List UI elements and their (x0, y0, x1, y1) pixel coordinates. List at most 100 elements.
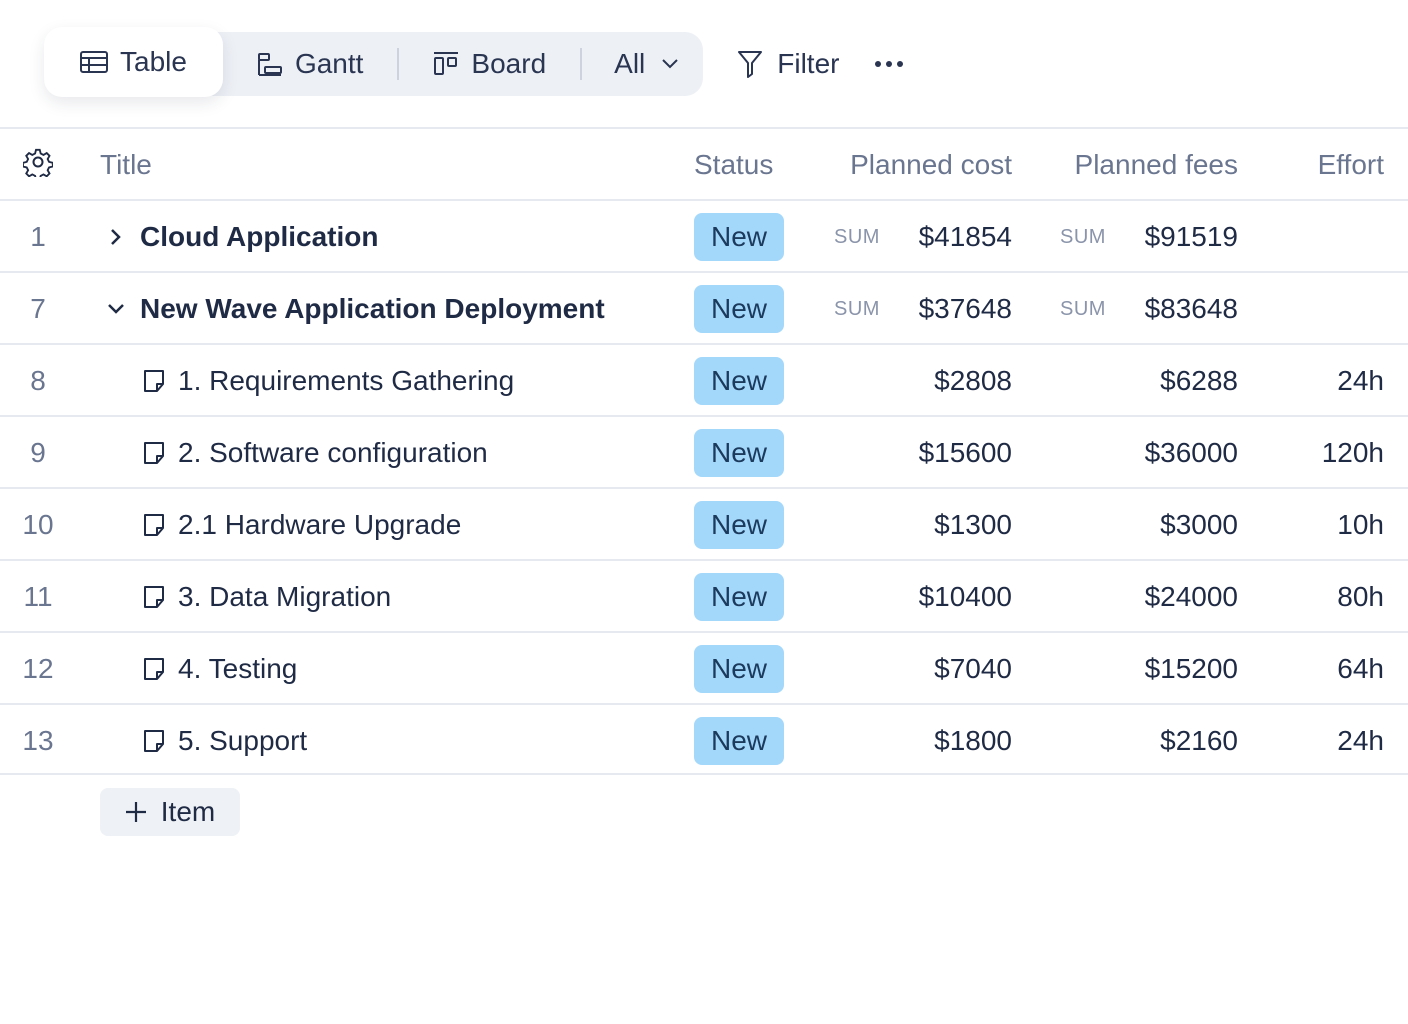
planned-cost-cell[interactable]: $7040 (826, 633, 1012, 705)
effort-cell[interactable]: 24h (1250, 705, 1384, 777)
row-title-cell: 3. Data Migration (100, 561, 680, 633)
filter-button[interactable]: Filter (737, 48, 840, 80)
planned-fees-cell[interactable]: SUM $91519 (1052, 201, 1238, 273)
status-badge[interactable]: New (694, 357, 785, 405)
column-header-effort[interactable]: Effort (1250, 129, 1384, 201)
gantt-icon (257, 51, 283, 77)
chevron-down-icon[interactable] (100, 303, 132, 315)
view-switcher: Table Gantt Board All (44, 27, 704, 97)
row-title-cell: 2. Software configuration (100, 417, 680, 489)
add-item-button[interactable]: Item (100, 788, 240, 836)
status-badge[interactable]: New (694, 429, 785, 477)
planned-cost-cell[interactable]: $1800 (826, 705, 1012, 777)
status-cell[interactable]: New (694, 201, 824, 273)
items-table: Title Status Planned cost Planned fees E… (0, 127, 1408, 775)
row-title-cell: 4. Testing (100, 633, 680, 705)
planned-cost-cell[interactable]: $15600 (826, 417, 1012, 489)
planned-fees-cell[interactable]: $6288 (1052, 345, 1238, 417)
task-title[interactable]: 4. Testing (178, 653, 297, 685)
table-row[interactable]: 1 Cloud Application New SUM $41854 SUM $91… (0, 199, 1408, 271)
group-title[interactable]: Cloud Application (140, 221, 379, 253)
planned-cost-cell[interactable]: SUM $41854 (826, 201, 1012, 273)
tab-board[interactable]: Board (399, 32, 580, 96)
row-number: 8 (30, 365, 46, 396)
effort-cell[interactable]: 10h (1250, 489, 1384, 561)
table-row[interactable]: 9 2. Software configuration New $15600 $… (0, 415, 1408, 487)
effort-cell[interactable]: 64h (1250, 633, 1384, 705)
column-header-planned-fees[interactable]: Planned fees (1052, 129, 1238, 201)
effort-cell[interactable] (1250, 201, 1384, 273)
planned-cost-cell[interactable]: $2808 (826, 345, 1012, 417)
planned-cost-cell[interactable]: SUM $37648 (826, 273, 1012, 345)
effort-cell[interactable]: 80h (1250, 561, 1384, 633)
column-header-planned-cost[interactable]: Planned cost (826, 129, 1012, 201)
planned-fees-cell[interactable]: $15200 (1052, 633, 1238, 705)
task-title[interactable]: 5. Support (178, 725, 307, 757)
sum-label: SUM (1060, 297, 1106, 320)
note-icon (142, 441, 166, 465)
status-cell[interactable]: New (694, 489, 824, 561)
planned-cost-value: $41854 (918, 221, 1012, 252)
status-cell[interactable]: New (694, 345, 824, 417)
status-cell[interactable]: New (694, 417, 824, 489)
status-cell[interactable]: New (694, 633, 824, 705)
table-row[interactable]: 12 4. Testing New $7040 $15200 64h (0, 631, 1408, 703)
effort-cell[interactable] (1250, 273, 1384, 345)
note-icon (142, 657, 166, 681)
row-number: 7 (30, 293, 46, 324)
table-row[interactable]: 8 1. Requirements Gathering New $2808 $6… (0, 343, 1408, 415)
note-icon (142, 729, 166, 753)
table-row[interactable]: 7 New Wave Application Deployment New SU… (0, 271, 1408, 343)
planned-cost-cell[interactable]: $1300 (826, 489, 1012, 561)
table-row[interactable]: 10 2.1 Hardware Upgrade New $1300 $3000 … (0, 487, 1408, 559)
board-icon (433, 51, 459, 77)
planned-cost-cell[interactable]: $10400 (826, 561, 1012, 633)
effort-cell[interactable]: 24h (1250, 345, 1384, 417)
table-row[interactable]: 13 5. Support New $1800 $2160 24h (0, 703, 1408, 775)
planned-fees-cell[interactable]: $3000 (1052, 489, 1238, 561)
scope-dropdown-value: All (614, 48, 646, 79)
planned-fees-cell[interactable]: $36000 (1052, 417, 1238, 489)
status-cell[interactable]: New (694, 561, 824, 633)
status-badge[interactable]: New (694, 717, 785, 765)
tab-gantt[interactable]: Gantt (223, 32, 397, 96)
row-number: 9 (30, 437, 46, 468)
effort-cell[interactable]: 120h (1250, 417, 1384, 489)
task-title[interactable]: 3. Data Migration (178, 581, 391, 613)
planned-fees-value: $91519 (1144, 221, 1238, 252)
status-badge[interactable]: New (694, 573, 785, 621)
row-number: 11 (23, 581, 53, 612)
group-title[interactable]: New Wave Application Deployment (140, 293, 605, 325)
row-title-cell: 5. Support (100, 705, 680, 777)
column-settings-button[interactable] (0, 129, 76, 201)
status-badge[interactable]: New (694, 645, 785, 693)
sum-label: SUM (834, 225, 880, 248)
planned-fees-cell[interactable]: $24000 (1052, 561, 1238, 633)
status-cell[interactable]: New (694, 705, 824, 777)
planned-fees-value: $83648 (1144, 293, 1238, 324)
chevron-down-icon (661, 58, 679, 70)
status-badge[interactable]: New (694, 501, 785, 549)
tab-table[interactable]: Table (44, 27, 223, 97)
more-icon (874, 55, 904, 73)
more-options-button[interactable] (874, 55, 904, 73)
task-title[interactable]: 2. Software configuration (178, 437, 488, 469)
column-header-title[interactable]: Title (100, 129, 680, 201)
status-badge[interactable]: New (694, 213, 785, 261)
status-cell[interactable]: New (694, 273, 824, 345)
table-header: Title Status Planned cost Planned fees E… (0, 127, 1408, 199)
chevron-right-icon[interactable] (100, 228, 132, 246)
plus-icon (125, 801, 147, 823)
tab-board-label: Board (471, 48, 547, 79)
tab-gantt-label: Gantt (294, 48, 364, 79)
planned-fees-cell[interactable]: SUM $83648 (1052, 273, 1238, 345)
task-title[interactable]: 1. Requirements Gathering (178, 365, 514, 397)
status-badge[interactable]: New (694, 285, 785, 333)
planned-fees-cell[interactable]: $2160 (1052, 705, 1238, 777)
row-number: 12 (22, 653, 54, 684)
task-title[interactable]: 2.1 Hardware Upgrade (178, 509, 461, 541)
scope-dropdown[interactable]: All (582, 32, 683, 96)
table-row[interactable]: 11 3. Data Migration New $10400 $24000 8… (0, 559, 1408, 631)
note-icon (142, 585, 166, 609)
column-header-status[interactable]: Status (694, 129, 824, 201)
